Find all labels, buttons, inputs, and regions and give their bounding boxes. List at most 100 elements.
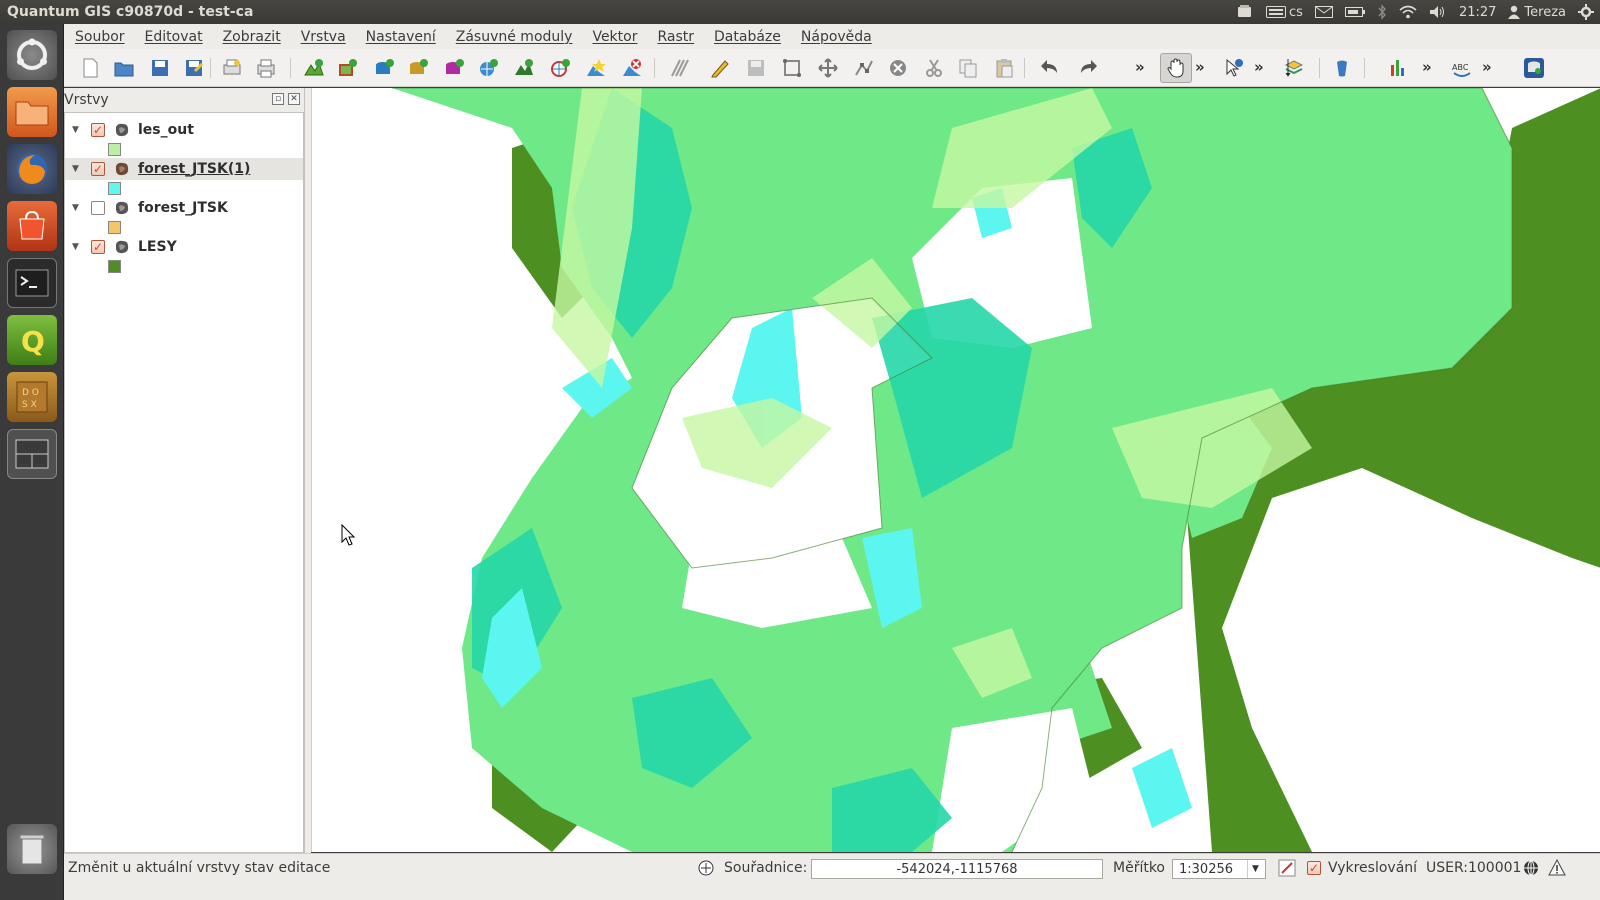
session-gear-icon[interactable] [1578,4,1594,20]
menu-vektor[interactable]: Vektor [581,29,646,45]
add-feature-icon[interactable] [780,56,804,80]
menu-soubor[interactable]: Soubor [64,29,134,45]
float-panel-icon[interactable]: ▫ [272,93,284,105]
toolbar-overflow-chevron-icon[interactable]: » [1195,58,1205,76]
menu-databaze[interactable]: Databáze [703,29,790,45]
files-folder-icon[interactable] [7,87,57,137]
wifi-icon[interactable] [1399,5,1417,19]
scale-combobox[interactable]: 1:30256 ▼ [1172,859,1266,879]
db-manager-icon[interactable] [1520,56,1548,80]
add-spatialite-layer-icon[interactable] [406,56,430,80]
layer-visibility-checkbox[interactable]: ✓ [91,162,105,176]
add-postgis-layer-icon[interactable] [372,56,396,80]
save-as-icon[interactable] [182,56,206,80]
trash-icon[interactable] [7,824,57,874]
layer-symbol-swatch[interactable] [108,260,121,273]
toolbar-separator [290,58,291,78]
identify-features-icon[interactable] [1222,56,1246,80]
crs-status[interactable]: USER:100001 [1426,860,1521,876]
menu-editovat[interactable]: Editovat [134,29,212,45]
add-wms-layer-icon[interactable] [476,56,500,80]
close-panel-icon[interactable]: ✕ [288,93,300,105]
scale-dropdown-chevron-icon[interactable]: ▼ [1247,860,1263,878]
python-console-icon[interactable] [1330,56,1354,80]
expand-triangle-icon[interactable]: ▼ [72,203,79,213]
move-feature-icon[interactable] [816,56,840,80]
redo-icon[interactable] [1076,56,1100,80]
toolbar-overflow-chevron-icon[interactable]: » [1482,58,1492,76]
battery-icon[interactable] [1344,6,1365,18]
layer-item-lesy[interactable]: ▼ ✓ LESY [65,234,303,273]
layer-item-forest-jtsk[interactable]: ▼ forest_JTSK [65,195,303,234]
software-center-icon[interactable] [7,201,57,251]
new-shapefile-icon[interactable] [584,56,608,80]
labeling-icon[interactable]: ABC [1450,56,1474,80]
print-composer-icon[interactable] [220,56,244,80]
current-edits-icon[interactable] [668,56,692,80]
mail-icon[interactable] [1314,6,1333,18]
add-raster-layer-icon[interactable] [336,56,360,80]
render-checkbox[interactable]: ✓ [1307,861,1321,875]
volume-icon[interactable] [1429,5,1447,19]
layer-symbol-swatch[interactable] [108,221,121,234]
layer-item-les-out[interactable]: ▼ ✓ les_out [65,117,303,156]
stop-render-icon[interactable] [1278,859,1296,881]
crs-globe-icon[interactable] [1522,859,1540,881]
bluetooth-icon[interactable] [1377,4,1387,20]
undo-icon[interactable] [1038,56,1062,80]
pan-hand-icon[interactable] [1160,53,1192,83]
toolbar-overflow-chevron-icon[interactable]: » [1422,58,1432,76]
paste-features-icon[interactable] [992,56,1016,80]
render-label: Vykreslování [1328,860,1418,876]
dosbox-icon[interactable]: D O S X [7,372,57,422]
dash-home-icon[interactable] [7,30,57,80]
coordinate-toggle-icon[interactable] [697,859,715,881]
add-wcs-layer-icon[interactable] [512,56,536,80]
menu-zasuvne-moduly[interactable]: Zásuvné moduly [445,29,582,45]
layer-visibility-checkbox[interactable] [91,201,105,215]
save-project-icon[interactable] [148,56,172,80]
toolbar-overflow-chevron-icon[interactable]: » [1135,58,1145,76]
qgis-icon[interactable]: Q [7,315,57,365]
layer-item-forest-jtsk1[interactable]: ▼ ✓ forest_JTSK(1) [65,156,303,195]
expand-triangle-icon[interactable]: ▼ [72,242,79,252]
expand-triangle-icon[interactable]: ▼ [72,125,79,135]
node-tool-icon[interactable] [852,56,876,80]
clock[interactable]: 21:27 [1459,5,1496,20]
add-mssql-layer-icon[interactable] [442,56,466,80]
coordinate-field[interactable]: -542024,-1115768 [811,859,1103,879]
cut-features-icon[interactable] [922,56,946,80]
add-vector-layer-icon[interactable] [302,56,326,80]
layer-visibility-checkbox[interactable]: ✓ [91,123,105,137]
workspace-switcher-icon[interactable] [7,429,57,479]
keyboard-icon[interactable]: cs [1266,5,1303,20]
open-project-icon[interactable] [112,56,136,80]
new-project-icon[interactable] [78,56,102,80]
editable-polygon-layer-icon [116,162,129,176]
menu-napoveda[interactable]: Nápověda [790,29,881,45]
layer-visibility-checkbox[interactable]: ✓ [91,240,105,254]
toolbar-overflow-chevron-icon[interactable]: » [1254,58,1264,76]
menu-vrstva[interactable]: Vrstva [290,29,355,45]
delete-selected-icon[interactable] [886,56,910,80]
expand-triangle-icon[interactable]: ▼ [72,164,79,174]
firefox-icon[interactable] [7,144,57,194]
copy-features-icon[interactable] [956,56,980,80]
add-wfs-layer-icon[interactable] [548,56,572,80]
network-indicator-icon[interactable] [1236,4,1254,20]
print-icon[interactable] [254,56,278,80]
remove-layer-icon[interactable] [620,56,644,80]
layer-symbol-swatch[interactable] [108,182,121,195]
map-tips-icon[interactable] [1282,56,1306,80]
histogram-icon[interactable] [1387,56,1411,80]
menu-zobrazit[interactable]: Zobrazit [212,29,290,45]
map-canvas[interactable] [311,88,1600,852]
toggle-editing-icon[interactable] [708,56,732,80]
terminal-icon[interactable] [7,258,57,308]
menu-nastaveni[interactable]: Nastavení [355,29,445,45]
layer-symbol-swatch[interactable] [108,143,121,156]
menu-rastr[interactable]: Rastr [646,29,703,45]
messages-warning-icon[interactable] [1548,858,1566,881]
user-menu[interactable]: Tereza [1508,5,1566,20]
save-edits-icon[interactable] [744,56,768,80]
